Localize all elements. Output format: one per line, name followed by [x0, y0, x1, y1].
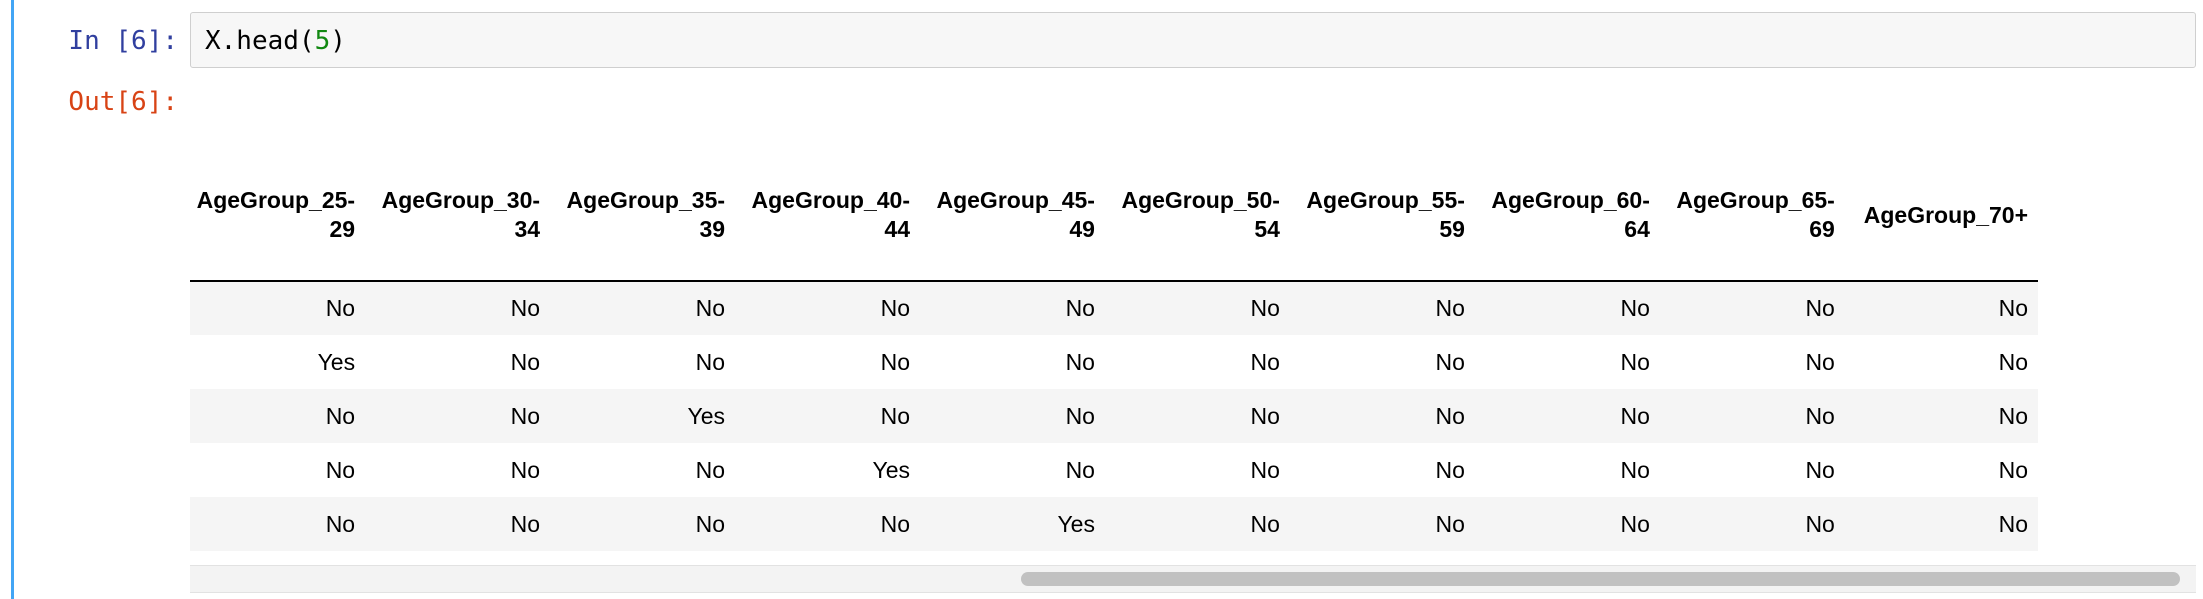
column-header: AgeGroup_45- 49: [920, 150, 1105, 282]
dataframe-output: up_20-24AgeGroup_25-29AgeGroup_30-34AgeG…: [190, 150, 2196, 599]
table-cell: No: [1065, 456, 1095, 483]
output-prompt: Out[6]:: [68, 87, 178, 117]
table-cell: No: [1435, 456, 1465, 483]
table-row: NoNoNoNoYesNoNoNoNoNoNo: [190, 443, 2038, 497]
table-cell: No: [1250, 295, 1280, 321]
column-header-line: AgeGroup_50-: [1121, 187, 1280, 213]
table-cell: No: [510, 295, 541, 321]
column-header-line: AgeGroup_60-: [1491, 187, 1650, 213]
dataframe-table: up_20-24AgeGroup_25-29AgeGroup_30-34AgeG…: [190, 150, 2038, 551]
table-cell: No: [880, 295, 910, 321]
table-cell: No: [1065, 348, 1095, 375]
column-header-line: AgeGroup_55-: [1306, 187, 1465, 213]
table-cell: No: [1805, 510, 1835, 537]
table-cell: No: [1998, 348, 2028, 375]
table-cell: No: [1620, 510, 1650, 537]
column-header-line: AgeGroup_70+: [1863, 201, 2028, 228]
column-header: AgeGroup_35- 39: [550, 150, 736, 282]
column-header: AgeGroup_65- 69: [1659, 150, 1845, 282]
column-header: AgeGroup_50- 54: [1104, 150, 1290, 282]
table-cell: No: [1998, 402, 2028, 429]
column-header: AgeGroup_30- 34: [365, 150, 551, 282]
column-header: AgeGroup_70+: [1844, 150, 2038, 282]
column-header-line: 54: [1254, 216, 1280, 242]
table-cell: Yes: [317, 348, 356, 375]
input-prompt: In [6]:: [68, 26, 178, 56]
column-header-line: AgeGroup_40-: [751, 187, 910, 213]
table-cell: No: [1620, 348, 1650, 375]
table-cell: No: [1250, 456, 1280, 483]
column-header-line: 34: [514, 216, 541, 242]
table-cell: No: [1620, 402, 1650, 429]
table-cell: No: [325, 456, 356, 483]
table-cell: No: [880, 402, 910, 429]
table-row: NoNoNoYesNoNoNoNoNoNoNo: [190, 389, 2038, 443]
table-cell: No: [325, 402, 356, 429]
table-cell: No: [1805, 456, 1835, 483]
scrollbar-thumb[interactable]: [1021, 572, 2180, 586]
column-header-line: AgeGroup_30-: [381, 187, 541, 213]
column-header: AgeGroup_55- 59: [1289, 150, 1475, 282]
table-cell: No: [880, 348, 910, 375]
table-cell: No: [1065, 402, 1095, 429]
table-cell: No: [510, 456, 541, 483]
column-header: AgeGroup_40- 44: [735, 150, 920, 282]
table-cell: No: [1620, 295, 1650, 321]
column-header-line: 49: [1069, 216, 1095, 242]
table-cell: No: [510, 402, 541, 429]
table-row: YesNoNoNoNoNoNoNoNoNoNo: [190, 281, 2038, 335]
column-header-line: AgeGroup_45-: [936, 187, 1095, 213]
table-cell: No: [510, 510, 541, 537]
table-cell: No: [695, 456, 726, 483]
table-cell: No: [1805, 402, 1835, 429]
table-cell: No: [1805, 348, 1835, 375]
column-header-line: 69: [1809, 216, 1835, 242]
table-cell: No: [1998, 295, 2028, 321]
table-cell: No: [695, 295, 726, 321]
code-input[interactable]: X.head(5): [190, 12, 2196, 68]
table-cell: No: [1435, 295, 1465, 321]
column-header-line: AgeGroup_35-: [566, 187, 726, 213]
table-cell: No: [1998, 456, 2028, 483]
table-cell: No: [325, 295, 356, 321]
column-header-line: 59: [1439, 216, 1465, 242]
column-header: AgeGroup_60- 64: [1474, 150, 1660, 282]
table-row: NoYesNoNoNoNoNoNoNoNoNo: [190, 335, 2038, 389]
column-header-line: AgeGroup_65-: [1676, 187, 1835, 213]
code-text: X.head(: [205, 26, 315, 56]
table-cell: No: [880, 510, 910, 537]
column-header-line: 39: [699, 216, 726, 242]
table-cell: No: [510, 348, 541, 375]
table-cell: No: [1065, 295, 1095, 321]
table-cell: Yes: [1057, 510, 1095, 537]
table-cell: No: [1250, 348, 1280, 375]
table-cell: No: [1998, 510, 2028, 537]
header-row: up_20-24AgeGroup_25-29AgeGroup_30-34AgeG…: [190, 150, 2038, 282]
table-cell: Yes: [687, 402, 726, 429]
table-cell: No: [1435, 402, 1465, 429]
table-cell: No: [1435, 348, 1465, 375]
column-header: AgeGroup_25- 29: [190, 150, 366, 282]
table-cell: No: [1805, 295, 1835, 321]
table-cell: No: [1250, 510, 1280, 537]
horizontal-scrollbar[interactable]: [190, 565, 2196, 593]
table-cell: Yes: [872, 456, 910, 483]
code-text-end: ): [330, 26, 346, 56]
table-row: NoNoNoNoNoYesNoNoNoNoNo: [190, 497, 2038, 551]
column-header-line: 44: [884, 216, 910, 242]
column-header-line: 29: [329, 216, 356, 242]
table-cell: No: [695, 348, 726, 375]
table-cell: No: [1620, 456, 1650, 483]
table-cell: No: [1250, 402, 1280, 429]
table-cell: No: [695, 510, 726, 537]
column-header-line: 64: [1624, 216, 1650, 242]
code-number: 5: [314, 26, 331, 56]
table-cell: No: [325, 510, 356, 537]
table-cell: No: [1435, 510, 1465, 537]
column-header-line: AgeGroup_25-: [196, 187, 356, 213]
